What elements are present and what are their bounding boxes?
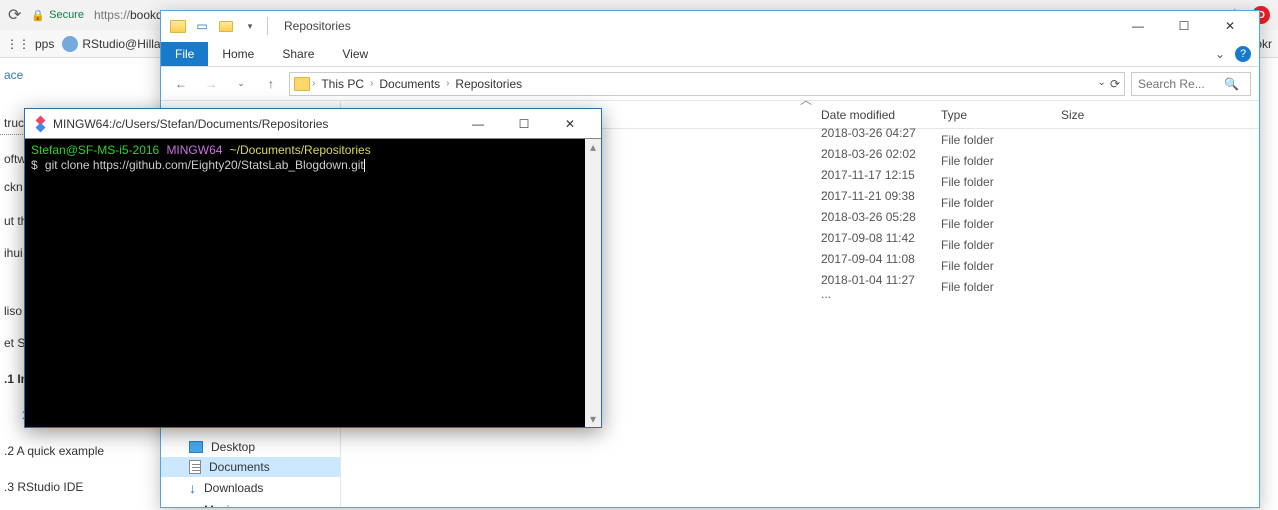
sidebar-item-desktop[interactable]: Desktop [161,437,340,457]
folder-icon[interactable] [167,15,189,37]
minimize-button[interactable]: — [455,110,501,138]
sidebar-item-documents[interactable]: Documents [161,457,340,477]
breadcrumb-segment[interactable]: This PC [317,77,368,91]
documents-icon [189,460,201,474]
terminal-titlebar[interactable]: MINGW64:/c/Users/Stefan/Documents/Reposi… [25,109,601,139]
column-size[interactable]: Size [1051,108,1131,122]
tab-home[interactable]: Home [208,42,268,66]
terminal-title: MINGW64:/c/Users/Stefan/Documents/Reposi… [53,117,328,131]
desktop-icon [189,441,203,453]
mingw-icon [33,117,47,131]
search-icon[interactable]: 🔍 [1224,77,1239,91]
qat-dropdown-icon[interactable]: ▾ [239,15,261,37]
sidebar-item-downloads[interactable]: ↓ Downloads [161,477,340,499]
minimize-button[interactable]: — [1115,12,1161,40]
recent-dropdown-icon[interactable]: ⌄ [229,72,253,96]
properties-icon[interactable]: ▭ [191,15,213,37]
window-title: Repositories [284,19,351,33]
nav-link[interactable]: .2 A quick example [0,440,160,462]
address-bar[interactable]: › This PC › Documents › Repositories ⌄ ⟳ [289,72,1125,96]
terminal-body[interactable]: Stefan@SF-MS-i5-2016 MINGW64 ~/Documents… [25,139,601,427]
sidebar-label: Desktop [211,440,255,454]
reload-icon[interactable]: ⟳ [8,5,21,25]
maximize-button[interactable]: ☐ [1161,12,1207,40]
forward-button[interactable]: → [199,72,223,96]
close-button[interactable]: ✕ [547,110,593,138]
search-box[interactable]: 🔍 [1131,72,1251,96]
command-text: git clone https://github.com/Eighty20/St… [45,158,364,172]
quick-access-toolbar: ▭ ▾ [167,15,272,37]
secure-label: Secure [49,9,84,21]
bookmark-rstudio[interactable]: RStudio@Hillary [62,36,170,52]
scroll-down-icon[interactable]: ▾ [585,411,601,427]
mingw-terminal-window: MINGW64:/c/Users/Stefan/Documents/Reposi… [24,108,602,428]
tab-view[interactable]: View [328,42,382,66]
cursor [364,159,365,172]
nav-link[interactable]: .3 RStudio IDE [0,476,160,498]
sidebar-label: Downloads [204,481,263,495]
chevron-right-icon[interactable]: › [446,78,449,89]
secure-indicator: 🔒 Secure [31,9,84,22]
maximize-button[interactable]: ☐ [501,110,547,138]
new-folder-icon[interactable] [215,15,237,37]
apps-label: pps [35,37,54,51]
ribbon-expand-icon[interactable]: ⌄ [1215,47,1225,61]
terminal-scrollbar[interactable]: ▴ ▾ [585,139,601,427]
separator [267,17,268,35]
prompt-dollar: $ [31,158,38,172]
chevron-right-icon[interactable]: › [370,78,373,89]
url-prefix: https:// [94,8,130,22]
explorer-titlebar[interactable]: ▭ ▾ Repositories — ☐ ✕ [161,11,1259,41]
refresh-icon[interactable]: ⟳ [1110,77,1120,91]
downloads-icon: ↓ [189,480,196,496]
bookmark-label: RStudio@Hillary [82,37,170,51]
prompt-path: ~/Documents/Repositories [230,143,371,157]
column-type[interactable]: Type [931,108,1051,122]
folder-icon [294,77,310,91]
sidebar-item-music[interactable]: ♪ Music [161,499,340,507]
window-controls: — ☐ ✕ [455,110,593,138]
music-icon: ♪ [189,502,196,507]
up-button[interactable]: ↑ [259,72,283,96]
column-date[interactable]: Date modified [811,108,931,122]
search-input[interactable] [1138,77,1218,91]
ribbon-tabs: File Home Share View ⌄ ? [161,41,1259,67]
chevron-right-icon[interactable]: › [312,78,315,89]
rstudio-icon [62,36,78,52]
help-icon[interactable]: ? [1235,46,1251,62]
sidebar-label: Music [204,503,235,507]
sidebar-label: Documents [209,460,270,474]
lock-icon: 🔒 [31,9,45,22]
scroll-up-icon[interactable]: ▴ [585,139,601,155]
back-button[interactable]: ← [169,72,193,96]
close-button[interactable]: ✕ [1207,12,1253,40]
breadcrumb-segment[interactable]: Documents [375,77,444,91]
tab-share[interactable]: Share [268,42,328,66]
window-controls: — ☐ ✕ [1115,12,1253,40]
apps-shortcut[interactable]: ⋮⋮ pps [6,37,54,51]
tab-file[interactable]: File [161,42,208,66]
apps-icon: ⋮⋮ [6,37,30,51]
nav-link[interactable]: ace [0,64,160,86]
breadcrumb-segment[interactable]: Repositories [451,77,526,91]
prompt-env: MINGW64 [166,143,222,157]
prompt-user: Stefan@SF-MS-i5-2016 [31,143,159,157]
address-dropdown-icon[interactable]: ⌄ [1098,77,1106,91]
explorer-navbar: ← → ⌄ ↑ › This PC › Documents › Reposito… [161,67,1259,101]
